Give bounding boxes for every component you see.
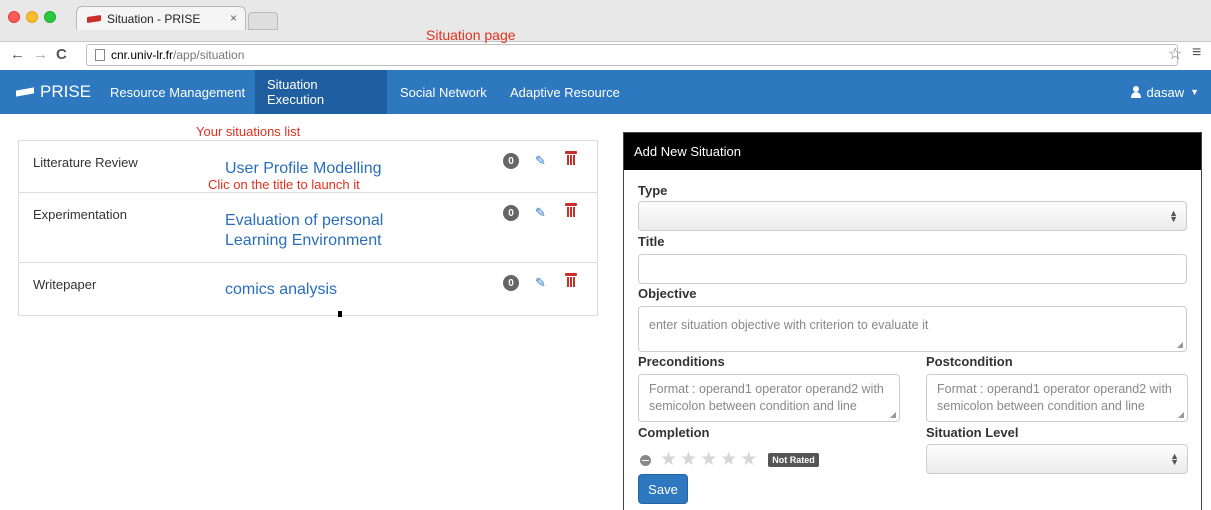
- graduation-cap-icon: [87, 14, 101, 24]
- list-item: Writepaper comics analysis 0 ✎: [19, 263, 597, 315]
- situation-title-link[interactable]: comics analysis: [225, 280, 337, 300]
- annotation-list: Your situations list: [196, 124, 301, 139]
- edit-icon[interactable]: ✎: [535, 205, 546, 221]
- browser-tabstrip: Situation - PRISE ×: [0, 0, 1211, 42]
- browser-nav-buttons: ← → C: [10, 46, 67, 63]
- preconditions-placeholder-line1: Format : operand1 operator operand2 with: [649, 382, 884, 396]
- situation-title-line: Learning Environment: [225, 232, 382, 249]
- top-navbar: PRISE Resource Management Situation Exec…: [0, 70, 1211, 114]
- bookmark-star-icon[interactable]: ☆: [1168, 44, 1182, 64]
- user-menu[interactable]: dasaw ▼: [1130, 70, 1199, 114]
- minimize-window-button[interactable]: [26, 11, 38, 23]
- objective-placeholder: enter situation objective with criterion…: [649, 318, 929, 332]
- reload-icon[interactable]: C: [56, 46, 67, 63]
- tab-close-icon[interactable]: ×: [230, 11, 237, 25]
- user-icon: [1130, 86, 1141, 98]
- username: dasaw: [1146, 84, 1185, 100]
- preconditions-placeholder-line2: semicolon between condition and line: [649, 399, 857, 413]
- trash-icon[interactable]: [565, 151, 577, 165]
- preconditions-textarea[interactable]: Format : operand1 operator operand2 with…: [638, 374, 900, 422]
- back-icon[interactable]: ←: [10, 46, 25, 63]
- caret-down-icon: ▼: [1190, 87, 1199, 97]
- rating-status-badge: Not Rated: [768, 453, 819, 467]
- select-arrows-icon: ▲ ▼: [1169, 208, 1178, 224]
- forward-icon[interactable]: →: [33, 46, 48, 63]
- postcondition-label: Postcondition: [926, 354, 1013, 369]
- objective-textarea[interactable]: enter situation objective with criterion…: [638, 306, 1187, 352]
- list-item: Litterature Review User Profile Modellin…: [19, 141, 597, 193]
- postcondition-placeholder-line2: semicolon between condition and line: [937, 399, 1145, 413]
- situation-name: Experimentation: [33, 207, 127, 222]
- resize-grip-icon[interactable]: ◢: [1177, 340, 1183, 349]
- situation-name: Writepaper: [33, 277, 97, 292]
- completion-rating: ★ ★ ★ ★ ★ Not Rated: [640, 450, 819, 469]
- select-arrows-icon: ▲ ▼: [1170, 451, 1179, 467]
- resize-grip-icon[interactable]: ◢: [1178, 410, 1184, 419]
- star-icon[interactable]: ★: [700, 450, 717, 469]
- edit-icon[interactable]: ✎: [535, 275, 546, 291]
- star-icon[interactable]: ★: [720, 450, 737, 469]
- mouse-cursor: [338, 311, 342, 317]
- url-path: /app/situation: [173, 48, 245, 62]
- nav-adaptive-resource[interactable]: Adaptive Resource: [498, 70, 632, 114]
- situation-title-line: Evaluation of personal: [225, 212, 384, 229]
- situation-level-select[interactable]: ▲ ▼: [926, 444, 1188, 474]
- title-input[interactable]: [638, 254, 1187, 284]
- postcondition-placeholder-line1: Format : operand1 operator operand2 with: [937, 382, 1172, 396]
- star-icon[interactable]: ★: [740, 450, 757, 469]
- close-window-button[interactable]: [8, 11, 20, 23]
- tab-title: Situation - PRISE: [107, 11, 201, 26]
- save-button[interactable]: Save: [638, 474, 688, 504]
- graduation-cap-icon: [16, 87, 34, 97]
- star-icon[interactable]: ★: [660, 450, 677, 469]
- situation-title-link[interactable]: User Profile Modelling: [225, 159, 382, 179]
- menu-icon[interactable]: ≡: [1192, 44, 1201, 62]
- star-icon[interactable]: ★: [680, 450, 697, 469]
- count-badge: 0: [503, 275, 519, 291]
- panel-title: Add New Situation: [624, 133, 1201, 170]
- new-tab-button[interactable]: [248, 12, 278, 30]
- list-item: Experimentation Evaluation of personal L…: [19, 193, 597, 263]
- situation-name: Litterature Review: [33, 155, 138, 170]
- situations-list: Litterature Review User Profile Modellin…: [18, 140, 598, 316]
- nav-social-network[interactable]: Social Network: [388, 70, 499, 114]
- situation-title-link[interactable]: Evaluation of personal Learning Environm…: [225, 211, 383, 251]
- type-label: Type: [638, 183, 668, 198]
- brand-label: PRISE: [40, 82, 92, 101]
- count-badge: 0: [503, 153, 519, 169]
- trash-icon[interactable]: [565, 203, 577, 217]
- postcondition-textarea[interactable]: Format : operand1 operator operand2 with…: [926, 374, 1188, 422]
- count-badge: 0: [503, 205, 519, 221]
- maximize-window-button[interactable]: [44, 11, 56, 23]
- title-label: Title: [638, 234, 665, 249]
- annotation-page: Situation page: [426, 27, 516, 43]
- preconditions-label: Preconditions: [638, 354, 725, 369]
- browser-tab[interactable]: Situation - PRISE ×: [76, 6, 246, 30]
- resize-grip-icon[interactable]: ◢: [890, 410, 896, 419]
- url-host: cnr.univ-lr.fr: [111, 48, 174, 62]
- brand-link[interactable]: PRISE: [16, 70, 91, 114]
- trash-icon[interactable]: [565, 273, 577, 287]
- page-icon: [95, 49, 105, 61]
- type-select[interactable]: ▲ ▼: [638, 201, 1187, 231]
- nav-resource-management[interactable]: Resource Management: [98, 70, 257, 114]
- address-bar[interactable]: cnr.univ-lr.fr/app/situation: [86, 44, 1178, 66]
- situation-level-label: Situation Level: [926, 425, 1019, 440]
- edit-icon[interactable]: ✎: [535, 153, 546, 169]
- completion-label: Completion: [638, 425, 710, 440]
- reset-rating-icon[interactable]: [640, 454, 651, 466]
- objective-label: Objective: [638, 286, 697, 301]
- nav-situation-execution[interactable]: Situation Execution: [255, 70, 387, 114]
